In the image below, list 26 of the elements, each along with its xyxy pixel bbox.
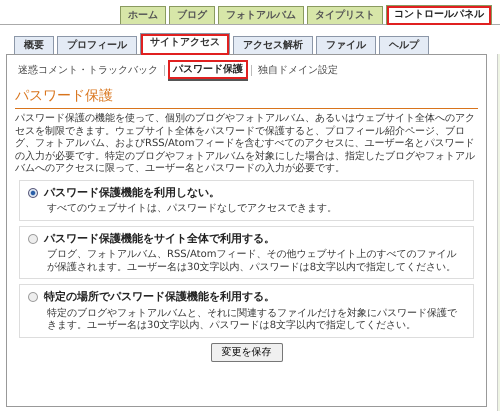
- nav-tab[interactable]: タイプリスト: [307, 6, 383, 24]
- section-tab[interactable]: プロフィール: [57, 36, 137, 54]
- save-button[interactable]: 変更を保存: [210, 342, 283, 362]
- option-description: ブログ、フォトアルバム、RSS/Atomフィード、その他ウェブサイト上のすべてのファイルが保護されます。ユーザー名は30文字以内、パスワードは8文字以内で指定してください。: [46, 249, 458, 274]
- section-tab[interactable]: ヘルプ: [379, 36, 429, 54]
- nav-tab[interactable]: ブログ: [169, 6, 215, 24]
- section-tab[interactable]: ファイル: [316, 36, 376, 54]
- option-label: 特定の場所でパスワード保護機能を利用する。: [44, 289, 275, 305]
- nav-tab[interactable]: コントロールパネル: [386, 5, 492, 25]
- nav-tab[interactable]: フォトアルバム: [218, 6, 304, 24]
- section-tab[interactable]: アクセス解析: [233, 36, 313, 54]
- nav-tab[interactable]: ホーム: [120, 6, 166, 24]
- radio-button[interactable]: [28, 234, 38, 244]
- section-tab[interactable]: 概要: [14, 36, 54, 54]
- sub-nav-link[interactable]: 独自ドメイン設定: [255, 62, 341, 79]
- radio-button[interactable]: [28, 292, 38, 302]
- page-heading: パスワード保護: [15, 86, 478, 109]
- section-tab[interactable]: サイトアクセス: [140, 33, 230, 55]
- intro-text: パスワード保護の機能を使って、個別のブログやフォトアルバム、あるいはウェブサイト全体へのアクセスを制限できます。ウェブサイト全体をパスワードで保護すると、プロフィール紹介ページ、ブログ、フォトアルバム、およびRSS/Atomフィードを含むすべてのアクセスに、ユーザー名とパスワードの入力が必要です。特定のブログやフォトアルバムを対象にした場合は、指定したブログやフォトアルバムへのアクセスに限って、ユーザー名とパスワードの入力が必要です。: [15, 113, 476, 176]
- option-label: パスワード保護機能をサイト全体で利用する。: [44, 230, 275, 246]
- option-description: 特定のブログやフォトアルバムと、それに関連するファイルだけを対象にパスワード保護できます。ユーザー名は30文字以内、パスワードは8文字以内で指定してください。: [46, 308, 458, 332]
- option-description: すべてのウェブサイトは、パスワードなしでアクセスできます。: [46, 203, 338, 216]
- radio-button[interactable]: [28, 188, 38, 198]
- sub-nav-link[interactable]: 迷惑コメント・トラックバック: [15, 62, 161, 79]
- option-label: パスワード保護機能を利用しない。: [44, 184, 220, 200]
- sub-nav-link[interactable]: パスワード保護: [168, 60, 248, 81]
